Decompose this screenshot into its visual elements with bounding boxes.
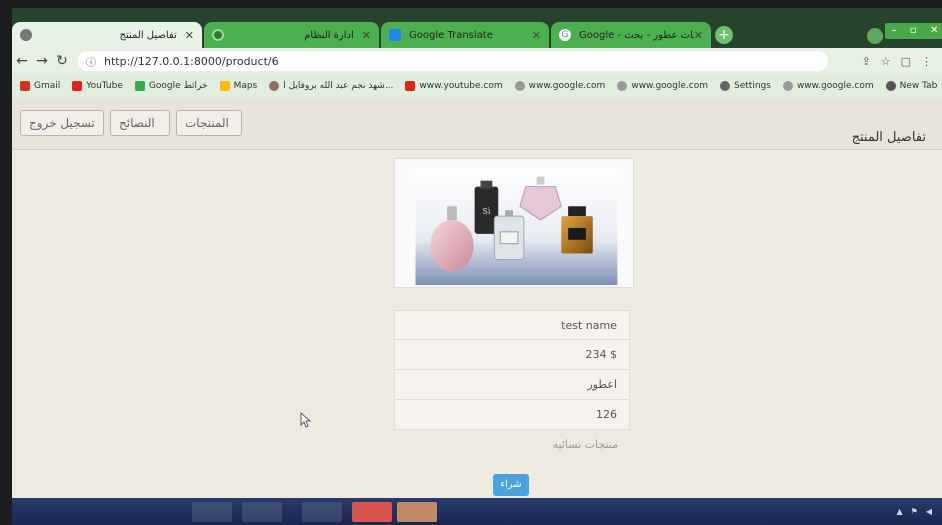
bookmark-youtube[interactable]: YouTube <box>72 81 123 91</box>
toolbar: ← → ↻ ⓘ http://127.0.0.1:8000/product/6 … <box>12 48 942 74</box>
bookmark-google-maps-ar[interactable]: Google خرائط <box>134 81 208 91</box>
reload-icon[interactable]: ↻ <box>52 53 72 69</box>
tips-button[interactable]: النصائح <box>110 110 170 136</box>
window-controls: – ▫ ✕ <box>885 23 942 39</box>
tab-title: Google Translate <box>409 29 493 41</box>
mouse-cursor-icon <box>300 412 312 428</box>
close-icon[interactable]: ✕ <box>532 29 541 42</box>
translate-icon <box>389 29 401 41</box>
google-icon <box>782 81 793 91</box>
minimize-icon[interactable]: – <box>892 23 897 39</box>
products-button[interactable]: المنتجات <box>176 110 242 136</box>
svg-text:Sì: Sì <box>482 207 490 216</box>
product-type: منتجات نسائيه <box>552 438 618 451</box>
globe-icon <box>885 81 896 91</box>
bookmark-youtube-com[interactable]: www.youtube.com <box>405 81 503 91</box>
star-icon[interactable]: ☆ <box>881 55 891 68</box>
tab-google-search[interactable]: G Google - صور اعلانات عطور - بحث ✕ <box>551 22 711 48</box>
bookmark-gmail[interactable]: Gmail <box>20 81 60 91</box>
tab-strip: تفاصيل المنتج ✕ ادارة النظام ✕ Google Tr… <box>12 8 942 48</box>
google-icon <box>514 81 525 91</box>
bookmarks-bar: Gmail YouTube Google خرائط Maps شهد نجم … <box>12 74 942 98</box>
product-price: 234 $ <box>394 340 630 370</box>
globe-icon <box>212 29 224 41</box>
globe-icon <box>20 29 32 41</box>
share-icon[interactable]: ⇪ <box>862 55 871 68</box>
close-icon[interactable]: ✕ <box>362 29 371 42</box>
extension-icon[interactable]: ▢ <box>901 55 911 68</box>
avatar-icon <box>269 81 280 91</box>
network-icon[interactable]: ▲ <box>897 507 903 516</box>
product-name: test name <box>394 310 630 340</box>
product-image: Sì <box>394 158 634 288</box>
product-category: اعطور <box>394 370 630 400</box>
bookmark-profile[interactable]: شهد نجم عبد الله بروفايل ا... <box>269 81 393 91</box>
tab-admin[interactable]: ادارة النظام ✕ <box>204 22 379 48</box>
bookmark-google-3[interactable]: www.google.com <box>782 81 874 91</box>
taskbar-app[interactable] <box>302 502 342 522</box>
page-title: تفاصيل المنتج <box>851 130 926 145</box>
back-arrow-icon[interactable]: ← <box>12 53 32 69</box>
flag-icon[interactable]: ⚑ <box>911 507 918 516</box>
system-tray: ▲ ⚑ ◀ <box>897 498 932 525</box>
taskbar-app[interactable] <box>397 502 437 522</box>
buy-button[interactable]: شراء <box>493 474 529 496</box>
close-window-icon[interactable]: ✕ <box>930 23 938 39</box>
toolbar-actions: ⇪ ☆ ▢ ⋮ <box>862 55 942 68</box>
gear-icon <box>720 81 731 91</box>
tab-google-translate[interactable]: Google Translate ✕ <box>381 22 549 48</box>
forward-arrow-icon[interactable]: → <box>32 53 52 69</box>
url-text: http://127.0.0.1:8000/product/6 <box>104 54 279 68</box>
maps-icon <box>219 81 230 91</box>
close-icon[interactable]: ✕ <box>694 29 703 42</box>
bookmark-google-2[interactable]: www.google.com <box>617 81 708 91</box>
google-icon: G <box>559 29 571 41</box>
bookmark-maps[interactable]: Maps <box>219 81 257 91</box>
menu-icon[interactable]: ⋮ <box>921 55 932 68</box>
tab-title: تفاصيل المنتج <box>119 29 177 41</box>
maximize-icon[interactable]: ▫ <box>910 23 917 39</box>
taskbar: ▲ ⚑ ◀ <box>12 498 942 525</box>
profile-icon[interactable] <box>867 28 883 44</box>
youtube-icon <box>72 81 83 91</box>
tab-title: ادارة النظام <box>304 29 354 41</box>
taskbar-app[interactable] <box>242 502 282 522</box>
web-page: تسجيل خروج النصائح المنتجات تفاصيل المنت… <box>12 98 942 498</box>
perfume-bottles-image: Sì <box>415 168 618 286</box>
youtube-icon <box>405 81 416 91</box>
volume-icon[interactable]: ◀ <box>926 507 932 516</box>
bookmark-settings[interactable]: Settings <box>720 81 771 91</box>
taskbar-chrome[interactable] <box>352 502 392 522</box>
google-icon <box>617 81 628 91</box>
gmail-icon <box>20 81 30 91</box>
address-bar[interactable]: ⓘ http://127.0.0.1:8000/product/6 <box>78 51 828 71</box>
site-navbar: تسجيل خروج النصائح المنتجات تفاصيل المنت… <box>12 98 942 150</box>
close-icon[interactable]: ✕ <box>185 29 194 42</box>
info-icon[interactable]: ⓘ <box>86 54 96 69</box>
product-details-list: test name 234 $ اعطور 126 منتجات نسائيه <box>394 310 630 460</box>
product-quantity: 126 <box>394 400 630 430</box>
tab-title: Google - صور اعلانات عطور - بحث <box>579 29 694 41</box>
tab-product-details[interactable]: تفاصيل المنتج ✕ <box>12 22 202 48</box>
new-tab-button[interactable]: + <box>715 26 733 44</box>
logout-button[interactable]: تسجيل خروج <box>20 110 104 136</box>
bookmark-google-1[interactable]: www.google.com <box>514 81 605 91</box>
maps-icon <box>134 81 145 91</box>
taskbar-app[interactable] <box>192 502 232 522</box>
bookmark-new-tab[interactable]: New Tab <box>885 81 937 91</box>
